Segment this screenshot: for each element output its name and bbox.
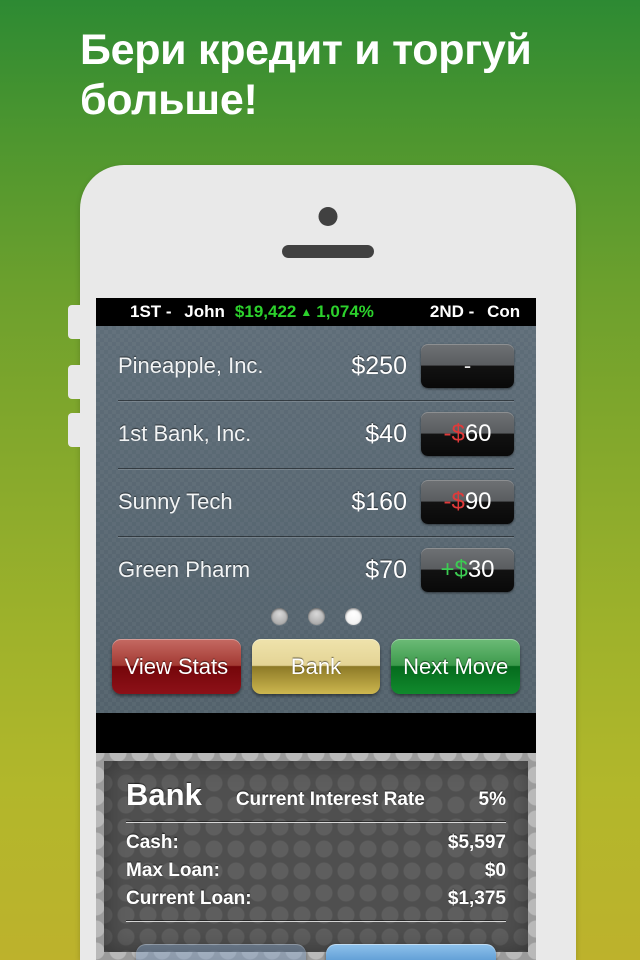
- table-row[interactable]: Pineapple, Inc. $250 -: [96, 332, 536, 400]
- trend-up-icon: ▲: [300, 305, 313, 319]
- earpiece-speaker-icon: [282, 245, 374, 258]
- bank-header: Bank Current Interest Rate 5%: [126, 777, 506, 813]
- page-dot-3[interactable]: [344, 608, 362, 625]
- repay-loan-button[interactable]: Repay Loan: [326, 944, 496, 960]
- divider: [126, 822, 506, 823]
- bank-button[interactable]: Bank: [251, 639, 381, 694]
- volume-up-button[interactable]: [68, 365, 82, 399]
- page-indicator: [96, 608, 536, 625]
- page-title: Бери кредит и торгуй больше!: [80, 26, 532, 124]
- cash-value: $5,597: [447, 832, 506, 853]
- stock-change-value: 30: [467, 556, 495, 583]
- phone-mockup: 1ST - John $19,422 ▲ 1,074% 2ND - Con Pi…: [68, 165, 576, 960]
- bank-panel-inner: Bank Current Interest Rate 5% Cash: $5,5…: [104, 761, 528, 960]
- stock-price: $160: [351, 487, 407, 516]
- stock-name: Green Pharm: [118, 557, 251, 582]
- stock-price: $70: [365, 555, 407, 584]
- stock-change-value: 90: [464, 488, 492, 515]
- max-loan-value: $0: [484, 860, 506, 881]
- stock-price: $250: [351, 351, 407, 380]
- table-row[interactable]: Sunny Tech $160 -$ 90: [96, 468, 536, 536]
- list-item: Current Loan: $1,375: [126, 885, 506, 913]
- current-loan-label: Current Loan:: [126, 888, 252, 909]
- view-stats-button[interactable]: View Stats: [112, 639, 241, 694]
- stock-name: Pineapple, Inc.: [118, 353, 264, 378]
- bank-title: Bank: [126, 777, 202, 812]
- bank-panel: Bank Current Interest Rate 5% Cash: $5,5…: [96, 753, 536, 960]
- stock-change-badge: -$ 90: [421, 480, 514, 524]
- action-button-bar: View Stats Bank Next Move: [96, 625, 536, 694]
- stock-change-sign: +$: [440, 556, 468, 583]
- stock-price: $40: [365, 419, 407, 448]
- phone-screen: 1ST - John $19,422 ▲ 1,074% 2ND - Con Pi…: [96, 298, 536, 960]
- stock-change-value: 60: [464, 420, 492, 447]
- next-move-button[interactable]: Next Move: [391, 639, 521, 694]
- list-item: Max Loan: $0: [126, 857, 506, 885]
- page-dot-1[interactable]: [270, 608, 288, 625]
- first-place-rank: 1ST -: [130, 302, 172, 321]
- loan-button-bar: Take Loan Repay Loan: [126, 922, 506, 960]
- stock-change-badge: -: [421, 344, 514, 388]
- max-loan-label: Max Loan:: [126, 860, 220, 881]
- game-status-bar: 1ST - John $19,422 ▲ 1,074% 2ND - Con: [96, 298, 536, 326]
- first-place-money: $19,422: [234, 302, 297, 321]
- table-row[interactable]: 1st Bank, Inc. $40 -$ 60: [96, 400, 536, 468]
- interest-rate-label: Current Interest Rate: [235, 789, 425, 810]
- stock-change-value: -: [463, 353, 472, 378]
- stock-name: 1st Bank, Inc.: [118, 421, 252, 446]
- cash-label: Cash:: [126, 832, 179, 853]
- stock-change-sign: -$: [443, 420, 465, 447]
- first-place-percent: 1,074%: [316, 302, 374, 321]
- first-place-name: John: [184, 302, 225, 321]
- stock-change-badge: +$ 30: [421, 548, 514, 592]
- take-loan-button[interactable]: Take Loan: [136, 944, 306, 960]
- second-place-rank: 2ND -: [429, 302, 475, 321]
- interest-rate-value: 5%: [478, 789, 506, 810]
- stock-change-badge: -$ 60: [421, 412, 514, 456]
- second-place-name: Con: [487, 302, 521, 321]
- page-dot-2[interactable]: [307, 608, 325, 625]
- stock-list: Pineapple, Inc. $250 - 1st Bank, Inc. $4…: [96, 326, 536, 713]
- silent-switch-button[interactable]: [68, 305, 82, 339]
- current-loan-value: $1,375: [447, 888, 506, 909]
- table-row[interactable]: Green Pharm $70 +$ 30: [96, 536, 536, 604]
- stock-name: Sunny Tech: [118, 489, 233, 514]
- stock-change-sign: -$: [443, 488, 465, 515]
- volume-down-button[interactable]: [68, 413, 82, 447]
- list-item: Cash: $5,597: [126, 829, 506, 857]
- front-camera-icon: [318, 207, 338, 226]
